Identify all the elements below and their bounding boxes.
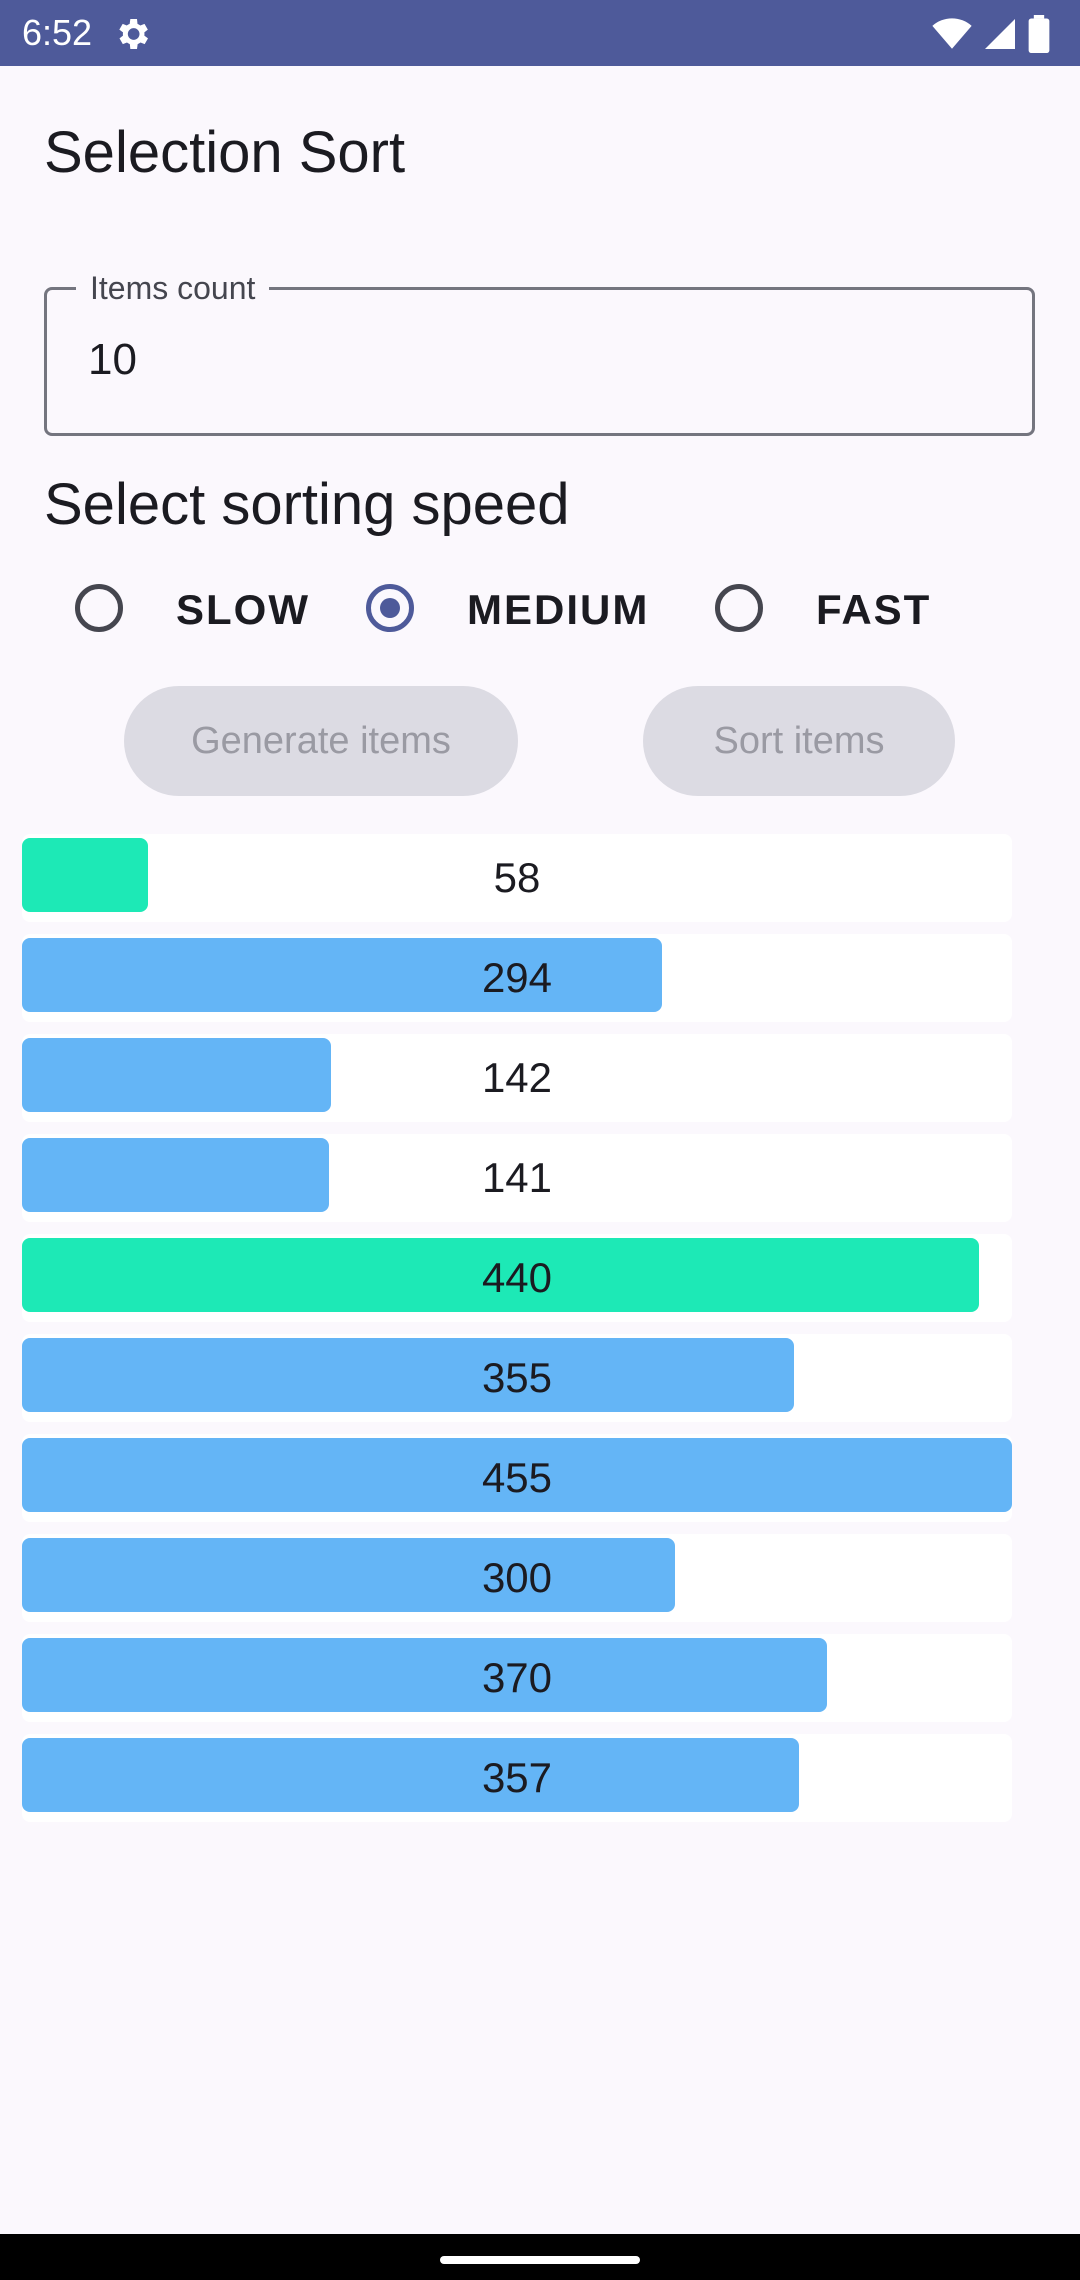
bar-value-label: 370 [481, 1654, 553, 1701]
bar-row: 141 [22, 1134, 1012, 1222]
battery-icon [1028, 15, 1050, 53]
speed-section-title: Select sorting speed [44, 472, 570, 537]
status-bar: 6:52 [0, 0, 1080, 66]
status-time: 6:52 [22, 12, 93, 53]
bar-value-label: 58 [493, 854, 541, 901]
bar-value-label: 440 [481, 1254, 553, 1301]
radio-ring-icon [75, 584, 123, 632]
radio-medium[interactable] [360, 578, 420, 638]
bar-row: 142 [22, 1034, 1012, 1122]
bar-value-label: 294 [481, 954, 553, 1001]
sort-items-button[interactable]: Sort items [643, 686, 955, 796]
bar-row: 355 [22, 1334, 1012, 1422]
radio-slow[interactable] [69, 578, 129, 638]
bar-row: 357 [22, 1734, 1012, 1822]
bar-value-label: 355 [481, 1354, 553, 1401]
signal-icon [982, 16, 1018, 52]
bar-value-label: 357 [481, 1754, 553, 1801]
page-title: Selection Sort [44, 120, 406, 185]
bar-value-label: 142 [481, 1054, 553, 1101]
generate-items-button[interactable]: Generate items [124, 686, 518, 796]
items-count-field[interactable] [44, 287, 1035, 436]
radio-medium-label[interactable]: MEDIUM [467, 585, 649, 635]
items-count-value[interactable]: 10 [88, 332, 137, 388]
bar-value-label: 141 [481, 1154, 553, 1201]
bar-row: 300 [22, 1534, 1012, 1622]
radio-fast[interactable] [709, 578, 769, 638]
items-count-label: Items count [76, 268, 270, 308]
radio-fast-label[interactable]: FAST [816, 585, 931, 635]
radio-slow-label[interactable]: SLOW [176, 585, 310, 635]
radio-ring-icon [715, 584, 763, 632]
settings-gear-icon [112, 14, 152, 54]
bar-row: 58 [22, 834, 1012, 922]
home-gesture-handle[interactable] [440, 2256, 640, 2264]
bar-row: 440 [22, 1234, 1012, 1322]
wifi-icon [932, 16, 972, 52]
bar-row: 294 [22, 934, 1012, 1022]
bar-value-label: 300 [481, 1554, 553, 1601]
bar-value-label: 455 [481, 1454, 553, 1501]
bar-row: 455 [22, 1434, 1012, 1522]
bar-row: 370 [22, 1634, 1012, 1722]
radio-selected-dot-icon [380, 598, 400, 618]
